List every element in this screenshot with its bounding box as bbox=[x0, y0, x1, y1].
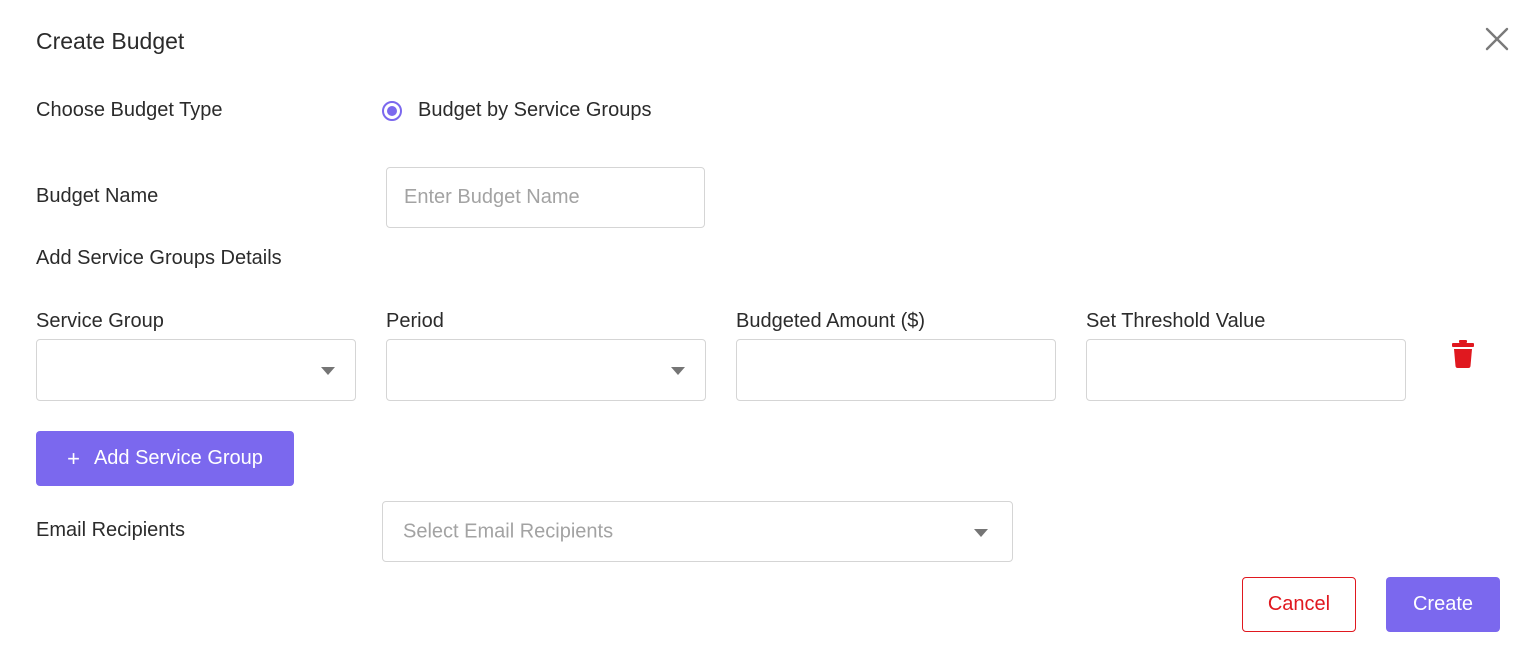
period-column-label: Period bbox=[386, 310, 444, 332]
email-recipients-label: Email Recipients bbox=[36, 519, 185, 541]
create-button[interactable]: Create bbox=[1386, 577, 1500, 632]
add-service-group-button[interactable]: + Add Service Group bbox=[36, 431, 294, 486]
budget-type-label: Choose Budget Type bbox=[36, 99, 223, 121]
plus-icon: + bbox=[67, 445, 80, 471]
threshold-column-label: Set Threshold Value bbox=[1086, 310, 1266, 332]
caret-down-icon bbox=[321, 367, 335, 375]
radio-selected-dot bbox=[387, 105, 397, 116]
email-recipients-select[interactable]: Select Email Recipients bbox=[382, 501, 1013, 562]
service-group-column-label: Service Group bbox=[36, 310, 164, 332]
dialog-title: Create Budget bbox=[36, 28, 185, 54]
close-button[interactable] bbox=[1484, 26, 1510, 52]
create-budget-dialog: Create Budget Choose Budget Type Budget … bbox=[0, 0, 1532, 659]
budget-type-option-label: Budget by Service Groups bbox=[418, 99, 652, 121]
threshold-input[interactable] bbox=[1086, 339, 1406, 401]
caret-down-icon bbox=[974, 529, 988, 537]
close-icon bbox=[1485, 27, 1509, 51]
caret-down-icon bbox=[671, 367, 685, 375]
service-groups-section-label: Add Service Groups Details bbox=[36, 247, 282, 269]
budget-by-service-groups-option[interactable]: Budget by Service Groups bbox=[382, 99, 651, 122]
delete-row-button[interactable] bbox=[1452, 340, 1474, 368]
cancel-button[interactable]: Cancel bbox=[1242, 577, 1356, 632]
budget-name-input[interactable] bbox=[386, 167, 705, 228]
service-group-select[interactable] bbox=[36, 339, 356, 401]
period-select[interactable] bbox=[386, 339, 706, 401]
budget-name-label: Budget Name bbox=[36, 185, 159, 207]
budget-type-radio[interactable] bbox=[382, 100, 402, 121]
trash-icon bbox=[1452, 340, 1474, 368]
budgeted-amount-input[interactable] bbox=[736, 339, 1056, 401]
email-recipients-placeholder: Select Email Recipients bbox=[403, 520, 614, 542]
add-service-group-label: Add Service Group bbox=[93, 447, 263, 469]
budgeted-amount-column-label: Budgeted Amount ($) bbox=[736, 310, 926, 332]
